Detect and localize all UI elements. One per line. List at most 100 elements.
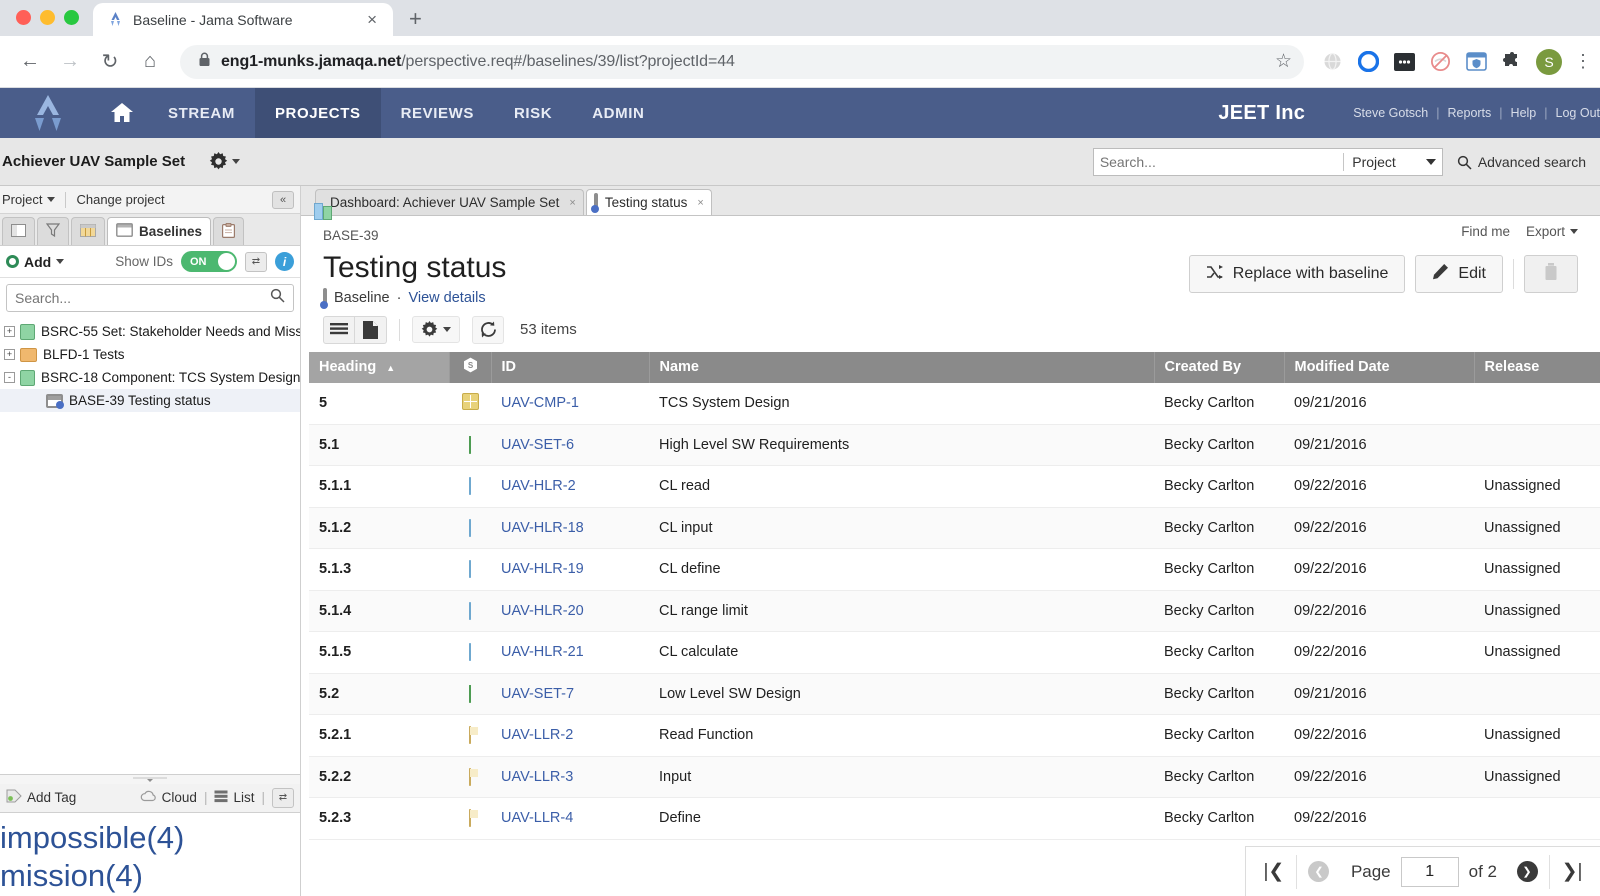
item-id-link[interactable]: UAV-HLR-21 [501,644,584,660]
reload-button[interactable]: ↻ [92,44,128,80]
cell-id[interactable]: UAV-SET-7 [491,673,649,715]
item-id-link[interactable]: UAV-HLR-18 [501,520,584,536]
item-id-link[interactable]: UAV-HLR-2 [501,478,576,494]
back-button[interactable]: ← [12,44,48,80]
bookmark-star-icon[interactable]: ☆ [1275,50,1292,73]
cell-id[interactable]: UAV-CMP-1 [491,383,649,425]
table-row[interactable]: 5.1.5UAV-HLR-21CL calculateBecky Carlton… [309,632,1600,674]
doc-tab-dashboard[interactable]: Dashboard: Achiever UAV Sample Set × [315,189,584,215]
item-id-link[interactable]: UAV-HLR-20 [501,603,584,619]
item-id-link[interactable]: UAV-LLR-3 [501,769,573,785]
forward-button[interactable]: → [52,44,88,80]
table-row[interactable]: 5.1.2UAV-HLR-18CL inputBecky Carlton09/2… [309,507,1600,549]
item-id-link[interactable]: UAV-LLR-2 [501,727,573,743]
globe-extension-icon[interactable] [1320,50,1344,74]
doc-tab-testing-status[interactable]: Testing status × [586,189,712,215]
home-button[interactable]: ⌂ [132,44,168,80]
nav-logout-link[interactable]: Log Out [1556,106,1600,120]
nav-item-risk[interactable]: RISK [494,88,572,138]
tree-item[interactable]: + BSRC-55 Set: Stakeholder Needs and Mis… [0,320,300,343]
table-row[interactable]: 5.2UAV-SET-7Low Level SW DesignBecky Car… [309,673,1600,715]
list-view-button[interactable]: List [214,790,254,806]
last-page-button[interactable]: ❯| [1550,854,1594,890]
replace-with-baseline-button[interactable]: Replace with baseline [1189,255,1406,293]
table-row[interactable]: 5.2.2UAV-LLR-3InputBecky Carlton09/22/20… [309,756,1600,798]
puzzle-extension-icon[interactable] [1500,50,1524,74]
tag-item[interactable]: impossible(4) [0,819,300,858]
sidebar-tab-clipboard[interactable] [213,217,244,245]
export-menu[interactable]: Export [1526,224,1578,239]
tag-panel-resize-handle[interactable] [0,775,300,784]
search-input[interactable] [1100,154,1335,170]
global-search-box[interactable]: Project [1093,148,1443,176]
tree-expander-icon[interactable]: + [4,349,15,360]
dark-extension-icon[interactable] [1392,50,1416,74]
sidebar-tab-explorer[interactable] [2,217,35,245]
cell-id[interactable]: UAV-HLR-21 [491,632,649,674]
tab-close-icon[interactable]: × [361,11,383,28]
collapse-sidebar-button[interactable]: « [272,191,294,209]
sidebar-refresh-button[interactable]: ⇄ [245,252,267,272]
table-row[interactable]: 5.2.3UAV-LLR-4DefineBecky Carlton09/22/2… [309,798,1600,840]
delete-button[interactable] [1524,255,1578,293]
search-icon[interactable] [270,288,285,308]
nav-help-link[interactable]: Help [1511,106,1537,120]
table-row[interactable]: 5UAV-CMP-1TCS System DesignBecky Carlton… [309,383,1600,425]
tree-collapse-icon[interactable]: - [4,372,15,383]
edit-button[interactable]: Edit [1415,255,1503,293]
browser-tab[interactable]: Baseline - Jama Software × [93,3,393,36]
show-ids-toggle[interactable]: ON [181,251,237,272]
column-header-created-by[interactable]: Created By [1154,352,1284,383]
search-scope-label[interactable]: Project [1352,154,1396,170]
item-id-link[interactable]: UAV-CMP-1 [501,395,579,411]
cell-id[interactable]: UAV-HLR-18 [491,507,649,549]
list-view-button[interactable] [323,316,355,344]
blue-circle-extension-icon[interactable] [1356,50,1380,74]
new-tab-button[interactable]: + [393,8,436,36]
sidebar-tab-filters[interactable] [37,217,69,245]
nav-item-stream[interactable]: STREAM [148,88,255,138]
advanced-search-link[interactable]: Advanced search [1457,154,1586,170]
previous-page-button[interactable]: ❮ [1297,854,1341,890]
tree-item[interactable]: - BSRC-18 Component: TCS System Design [0,366,300,389]
table-row[interactable]: 5.2.1UAV-LLR-2Read FunctionBecky Carlton… [309,715,1600,757]
sidebar-project-menu[interactable]: Project [0,192,55,207]
column-header-name[interactable]: Name [649,352,1154,383]
find-me-link[interactable]: Find me [1461,224,1510,239]
shield-window-extension-icon[interactable] [1464,50,1488,74]
add-tag-button[interactable]: Add Tag [6,789,76,806]
profile-avatar[interactable]: S [1536,49,1562,75]
column-header-heading[interactable]: Heading ▲ [309,352,449,383]
sidebar-tab-baselines[interactable]: Baselines [107,217,211,245]
info-icon[interactable]: i [275,252,294,271]
project-settings-button[interactable] [209,152,240,171]
next-page-button[interactable]: ❯ [1505,854,1549,890]
address-bar[interactable]: eng1-munks.jamaqa.net/perspective.req#/b… [180,45,1304,79]
doc-tab-close-icon[interactable]: × [694,197,703,209]
table-row[interactable]: 5.1UAV-SET-6High Level SW RequirementsBe… [309,424,1600,466]
cell-id[interactable]: UAV-HLR-19 [491,549,649,591]
first-page-button[interactable]: |❮ [1252,854,1296,890]
doc-tab-close-icon[interactable]: × [566,197,575,209]
list-settings-button[interactable] [412,316,460,343]
column-header-modified-date[interactable]: Modified Date [1284,352,1474,383]
tree-item-selected[interactable]: BASE-39 Testing status [0,389,300,412]
nav-item-admin[interactable]: ADMIN [572,88,664,138]
nav-user-link[interactable]: Steve Gotsch [1353,106,1428,120]
change-project-link[interactable]: Change project [76,192,164,207]
item-id-link[interactable]: UAV-SET-6 [501,437,574,453]
cloud-view-button[interactable]: Cloud [140,790,197,805]
tag-refresh-button[interactable]: ⇄ [272,788,294,808]
sidebar-search-input[interactable] [15,290,270,306]
cell-id[interactable]: UAV-HLR-2 [491,466,649,508]
search-scope-chevron-down-icon[interactable] [1426,159,1436,165]
cell-id[interactable]: UAV-SET-6 [491,424,649,466]
view-details-link[interactable]: View details [408,290,485,306]
minimize-window-button[interactable] [40,10,55,25]
blocked-extension-icon[interactable] [1428,50,1452,74]
item-id-link[interactable]: UAV-SET-7 [501,686,574,702]
table-row[interactable]: 5.1.3UAV-HLR-19CL defineBecky Carlton09/… [309,549,1600,591]
chrome-menu-icon[interactable]: ⋮ [1574,59,1588,64]
sidebar-search-box[interactable] [6,284,294,312]
tag-item[interactable]: mission(4) [0,857,300,896]
